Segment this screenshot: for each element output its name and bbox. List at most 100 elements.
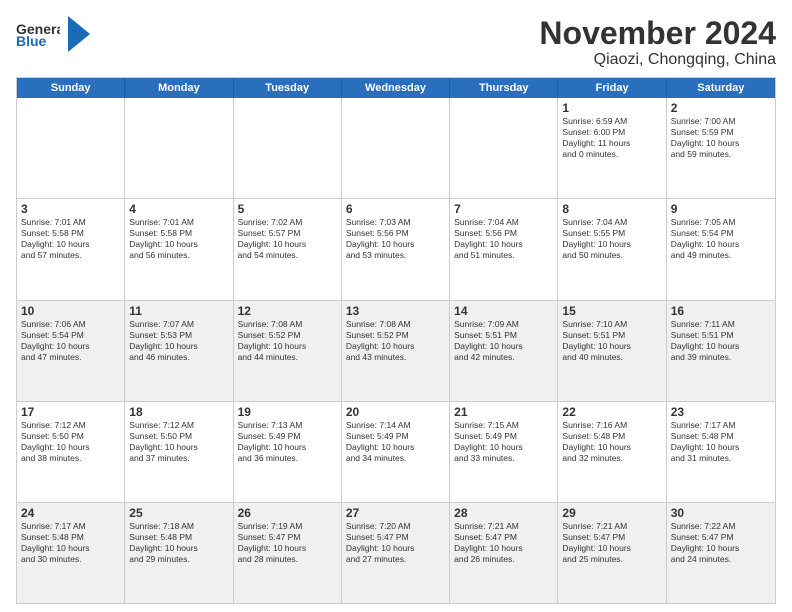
- cell-info: Sunrise: 7:05 AM Sunset: 5:54 PM Dayligh…: [671, 217, 771, 261]
- table-row: 5Sunrise: 7:02 AM Sunset: 5:57 PM Daylig…: [234, 199, 342, 299]
- week-row-1: 1Sunrise: 6:59 AM Sunset: 6:00 PM Daylig…: [17, 98, 775, 199]
- day-number: 10: [21, 304, 120, 318]
- table-row: 22Sunrise: 7:16 AM Sunset: 5:48 PM Dayli…: [558, 402, 666, 502]
- day-number: 25: [129, 506, 228, 520]
- logo: General Blue: [16, 16, 90, 52]
- header-saturday: Saturday: [667, 78, 775, 98]
- table-row: 3Sunrise: 7:01 AM Sunset: 5:58 PM Daylig…: [17, 199, 125, 299]
- table-row: 24Sunrise: 7:17 AM Sunset: 5:48 PM Dayli…: [17, 503, 125, 603]
- day-number: 24: [21, 506, 120, 520]
- table-row: 18Sunrise: 7:12 AM Sunset: 5:50 PM Dayli…: [125, 402, 233, 502]
- day-number: 21: [454, 405, 553, 419]
- table-row: 30Sunrise: 7:22 AM Sunset: 5:47 PM Dayli…: [667, 503, 775, 603]
- day-number: 8: [562, 202, 661, 216]
- cell-info: Sunrise: 7:14 AM Sunset: 5:49 PM Dayligh…: [346, 420, 445, 464]
- cell-info: Sunrise: 7:08 AM Sunset: 5:52 PM Dayligh…: [238, 319, 337, 363]
- table-row: 17Sunrise: 7:12 AM Sunset: 5:50 PM Dayli…: [17, 402, 125, 502]
- table-row: 9Sunrise: 7:05 AM Sunset: 5:54 PM Daylig…: [667, 199, 775, 299]
- table-row: [125, 98, 233, 198]
- cell-info: Sunrise: 7:12 AM Sunset: 5:50 PM Dayligh…: [21, 420, 120, 464]
- day-number: 14: [454, 304, 553, 318]
- day-number: 4: [129, 202, 228, 216]
- day-number: 19: [238, 405, 337, 419]
- day-number: 26: [238, 506, 337, 520]
- table-row: 20Sunrise: 7:14 AM Sunset: 5:49 PM Dayli…: [342, 402, 450, 502]
- day-number: 11: [129, 304, 228, 318]
- day-number: 12: [238, 304, 337, 318]
- header-sunday: Sunday: [17, 78, 125, 98]
- cell-info: Sunrise: 7:04 AM Sunset: 5:55 PM Dayligh…: [562, 217, 661, 261]
- table-row: 8Sunrise: 7:04 AM Sunset: 5:55 PM Daylig…: [558, 199, 666, 299]
- day-number: 7: [454, 202, 553, 216]
- svg-text:Blue: Blue: [16, 33, 47, 48]
- day-number: 15: [562, 304, 661, 318]
- cell-info: Sunrise: 7:00 AM Sunset: 5:59 PM Dayligh…: [671, 116, 771, 160]
- table-row: 25Sunrise: 7:18 AM Sunset: 5:48 PM Dayli…: [125, 503, 233, 603]
- cell-info: Sunrise: 7:19 AM Sunset: 5:47 PM Dayligh…: [238, 521, 337, 565]
- cell-info: Sunrise: 7:04 AM Sunset: 5:56 PM Dayligh…: [454, 217, 553, 261]
- day-number: 22: [562, 405, 661, 419]
- cell-info: Sunrise: 7:10 AM Sunset: 5:51 PM Dayligh…: [562, 319, 661, 363]
- calendar-body: 1Sunrise: 6:59 AM Sunset: 6:00 PM Daylig…: [17, 98, 775, 603]
- week-row-5: 24Sunrise: 7:17 AM Sunset: 5:48 PM Dayli…: [17, 503, 775, 603]
- table-row: 1Sunrise: 6:59 AM Sunset: 6:00 PM Daylig…: [558, 98, 666, 198]
- table-row: 15Sunrise: 7:10 AM Sunset: 5:51 PM Dayli…: [558, 301, 666, 401]
- table-row: 10Sunrise: 7:06 AM Sunset: 5:54 PM Dayli…: [17, 301, 125, 401]
- table-row: 16Sunrise: 7:11 AM Sunset: 5:51 PM Dayli…: [667, 301, 775, 401]
- header: General Blue November 2024 Qiaozi, Chong…: [16, 16, 776, 69]
- day-number: 28: [454, 506, 553, 520]
- week-row-3: 10Sunrise: 7:06 AM Sunset: 5:54 PM Dayli…: [17, 301, 775, 402]
- day-number: 30: [671, 506, 771, 520]
- cell-info: Sunrise: 7:01 AM Sunset: 5:58 PM Dayligh…: [129, 217, 228, 261]
- header-wednesday: Wednesday: [342, 78, 450, 98]
- header-thursday: Thursday: [450, 78, 558, 98]
- table-row: 11Sunrise: 7:07 AM Sunset: 5:53 PM Dayli…: [125, 301, 233, 401]
- day-number: 20: [346, 405, 445, 419]
- table-row: [450, 98, 558, 198]
- day-number: 27: [346, 506, 445, 520]
- day-number: 18: [129, 405, 228, 419]
- cell-info: Sunrise: 6:59 AM Sunset: 6:00 PM Dayligh…: [562, 116, 661, 160]
- day-number: 6: [346, 202, 445, 216]
- header-friday: Friday: [558, 78, 666, 98]
- day-number: 16: [671, 304, 771, 318]
- table-row: 12Sunrise: 7:08 AM Sunset: 5:52 PM Dayli…: [234, 301, 342, 401]
- day-number: 17: [21, 405, 120, 419]
- table-row: 26Sunrise: 7:19 AM Sunset: 5:47 PM Dayli…: [234, 503, 342, 603]
- cell-info: Sunrise: 7:08 AM Sunset: 5:52 PM Dayligh…: [346, 319, 445, 363]
- calendar-header: Sunday Monday Tuesday Wednesday Thursday…: [17, 78, 775, 98]
- table-row: [17, 98, 125, 198]
- day-number: 5: [238, 202, 337, 216]
- table-row: 28Sunrise: 7:21 AM Sunset: 5:47 PM Dayli…: [450, 503, 558, 603]
- table-row: 29Sunrise: 7:21 AM Sunset: 5:47 PM Dayli…: [558, 503, 666, 603]
- cell-info: Sunrise: 7:21 AM Sunset: 5:47 PM Dayligh…: [562, 521, 661, 565]
- location-title: Qiaozi, Chongqing, China: [539, 51, 776, 69]
- table-row: 27Sunrise: 7:20 AM Sunset: 5:47 PM Dayli…: [342, 503, 450, 603]
- week-row-2: 3Sunrise: 7:01 AM Sunset: 5:58 PM Daylig…: [17, 199, 775, 300]
- day-number: 3: [21, 202, 120, 216]
- table-row: 13Sunrise: 7:08 AM Sunset: 5:52 PM Dayli…: [342, 301, 450, 401]
- day-number: 9: [671, 202, 771, 216]
- table-row: 19Sunrise: 7:13 AM Sunset: 5:49 PM Dayli…: [234, 402, 342, 502]
- cell-info: Sunrise: 7:15 AM Sunset: 5:49 PM Dayligh…: [454, 420, 553, 464]
- cell-info: Sunrise: 7:11 AM Sunset: 5:51 PM Dayligh…: [671, 319, 771, 363]
- cell-info: Sunrise: 7:02 AM Sunset: 5:57 PM Dayligh…: [238, 217, 337, 261]
- day-number: 29: [562, 506, 661, 520]
- header-monday: Monday: [125, 78, 233, 98]
- cell-info: Sunrise: 7:01 AM Sunset: 5:58 PM Dayligh…: [21, 217, 120, 261]
- cell-info: Sunrise: 7:21 AM Sunset: 5:47 PM Dayligh…: [454, 521, 553, 565]
- cell-info: Sunrise: 7:20 AM Sunset: 5:47 PM Dayligh…: [346, 521, 445, 565]
- cell-info: Sunrise: 7:18 AM Sunset: 5:48 PM Dayligh…: [129, 521, 228, 565]
- month-title: November 2024: [539, 16, 776, 51]
- cell-info: Sunrise: 7:12 AM Sunset: 5:50 PM Dayligh…: [129, 420, 228, 464]
- header-tuesday: Tuesday: [234, 78, 342, 98]
- title-block: November 2024 Qiaozi, Chongqing, China: [539, 16, 776, 69]
- day-number: 2: [671, 101, 771, 115]
- cell-info: Sunrise: 7:17 AM Sunset: 5:48 PM Dayligh…: [21, 521, 120, 565]
- logo-wrapper: General Blue: [16, 16, 90, 52]
- cell-info: Sunrise: 7:22 AM Sunset: 5:47 PM Dayligh…: [671, 521, 771, 565]
- cell-info: Sunrise: 7:07 AM Sunset: 5:53 PM Dayligh…: [129, 319, 228, 363]
- table-row: 6Sunrise: 7:03 AM Sunset: 5:56 PM Daylig…: [342, 199, 450, 299]
- cell-info: Sunrise: 7:17 AM Sunset: 5:48 PM Dayligh…: [671, 420, 771, 464]
- cell-info: Sunrise: 7:13 AM Sunset: 5:49 PM Dayligh…: [238, 420, 337, 464]
